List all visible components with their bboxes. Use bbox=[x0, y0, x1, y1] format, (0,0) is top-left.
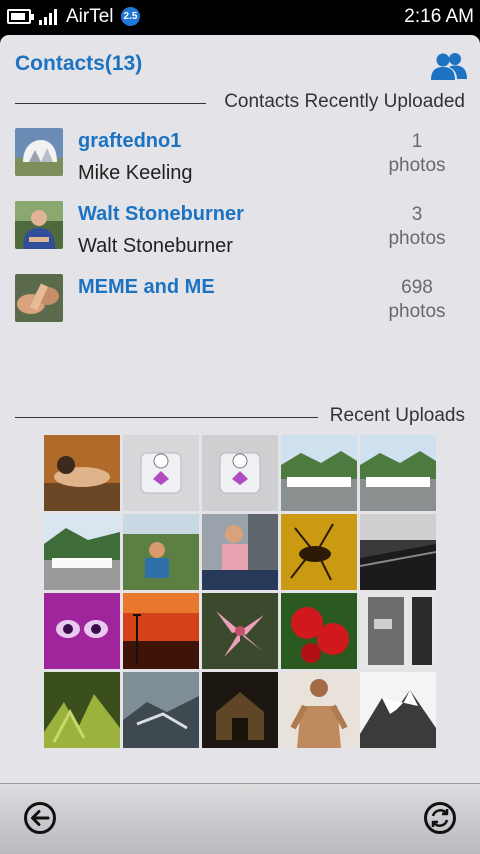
avatar bbox=[15, 274, 63, 322]
photo-thumbnail[interactable] bbox=[360, 593, 436, 669]
photo-count-value: 1 bbox=[411, 131, 423, 152]
contact-realname: Walt Stoneburner bbox=[78, 235, 233, 257]
photo-thumbnail[interactable] bbox=[202, 514, 278, 590]
photo-thumbnail[interactable] bbox=[123, 672, 199, 748]
photo-thumbnail[interactable] bbox=[202, 672, 278, 748]
contact-row[interactable]: MEME and ME 698 photos bbox=[15, 274, 465, 334]
contact-name[interactable]: MEME and ME bbox=[78, 276, 215, 299]
photo-thumbnail[interactable] bbox=[281, 672, 357, 748]
photo-thumbnail[interactable] bbox=[202, 435, 278, 511]
photo-thumbnail[interactable] bbox=[281, 435, 357, 511]
people-icon[interactable] bbox=[431, 52, 467, 82]
photo-thumbnail[interactable] bbox=[360, 672, 436, 748]
back-arrow-icon[interactable] bbox=[23, 801, 57, 835]
contact-row[interactable]: Walt Stoneburner Walt Stoneburner 3 phot… bbox=[15, 201, 465, 261]
divider bbox=[15, 103, 206, 104]
section-title: Recent Uploads bbox=[329, 405, 465, 426]
avatar bbox=[15, 201, 63, 249]
photo-count-value: 3 bbox=[411, 204, 423, 225]
photo-thumbnail[interactable] bbox=[44, 593, 120, 669]
contact-name[interactable]: graftedno1 bbox=[78, 130, 181, 153]
photo-thumbnail[interactable] bbox=[360, 435, 436, 511]
photo-thumbnail[interactable] bbox=[123, 514, 199, 590]
photo-thumbnail[interactable] bbox=[44, 672, 120, 748]
page-title[interactable]: Contacts(13) bbox=[15, 52, 142, 76]
divider bbox=[15, 417, 318, 418]
contact-name[interactable]: Walt Stoneburner bbox=[78, 203, 244, 226]
network-badge: 2.5 bbox=[121, 7, 140, 26]
contacts-panel: Contacts(13) Contacts Recently Uploaded … bbox=[0, 35, 480, 783]
recent-uploads-grid bbox=[44, 435, 436, 748]
photo-thumbnail[interactable] bbox=[281, 514, 357, 590]
clock: 2:16 AM bbox=[404, 6, 474, 27]
contact-row[interactable]: graftedno1 Mike Keeling 1 photos bbox=[15, 128, 465, 188]
photo-count-unit: photos bbox=[388, 228, 446, 249]
photo-thumbnail[interactable] bbox=[360, 514, 436, 590]
signal-icon bbox=[39, 9, 59, 25]
photo-count: 698 photos bbox=[377, 276, 457, 324]
photo-count-unit: photos bbox=[388, 301, 446, 322]
photo-count-value: 698 bbox=[401, 277, 433, 298]
battery-icon bbox=[7, 9, 34, 24]
bottom-toolbar bbox=[0, 783, 480, 854]
photo-count: 3 photos bbox=[377, 203, 457, 251]
photo-thumbnail[interactable] bbox=[44, 514, 120, 590]
photo-count: 1 photos bbox=[377, 130, 457, 178]
photo-thumbnail[interactable] bbox=[202, 593, 278, 669]
refresh-icon[interactable] bbox=[423, 801, 457, 835]
contact-realname: Mike Keeling bbox=[78, 162, 193, 184]
avatar bbox=[15, 128, 63, 176]
section-header-recent-uploads: Recent Uploads bbox=[15, 405, 465, 429]
status-bar: AirTel 2.5 2:16 AM bbox=[0, 0, 480, 34]
photo-count-unit: photos bbox=[388, 155, 446, 176]
photo-thumbnail[interactable] bbox=[123, 593, 199, 669]
photo-thumbnail[interactable] bbox=[44, 435, 120, 511]
carrier-name: AirTel bbox=[66, 6, 114, 27]
photo-thumbnail[interactable] bbox=[123, 435, 199, 511]
photo-thumbnail[interactable] bbox=[281, 593, 357, 669]
section-header-recent-contacts: Contacts Recently Uploaded bbox=[15, 91, 465, 115]
section-title: Contacts Recently Uploaded bbox=[224, 91, 465, 112]
